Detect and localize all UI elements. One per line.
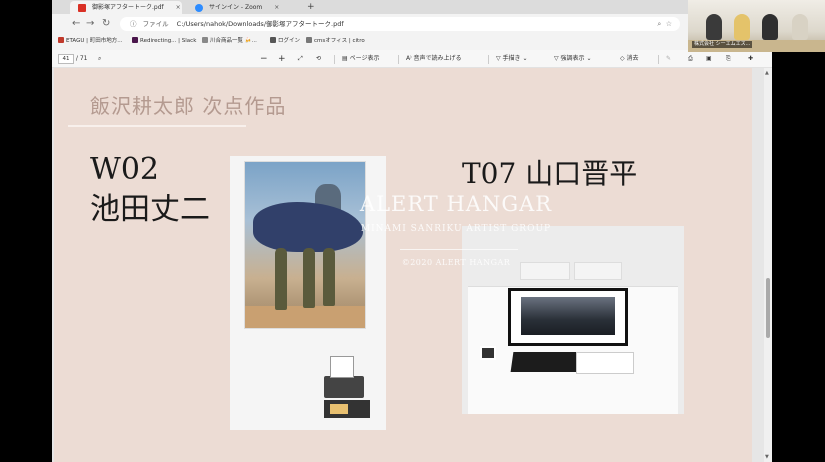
reload-icon[interactable]: ↻ xyxy=(102,18,110,29)
zoom-in-button[interactable]: + xyxy=(278,50,286,68)
bookmark-favicon xyxy=(270,37,276,43)
pdf-page: 飯沢耕太郎 次点作品 W02 池田丈二 T07 山口晋平 ALERT HANGA… xyxy=(54,68,752,462)
divider xyxy=(658,55,659,64)
read-aloud-icon: A⁾ xyxy=(406,55,414,62)
participant-figure xyxy=(762,14,778,40)
bookmark-favicon xyxy=(132,37,138,43)
tab-strip: 御影塚アフタートーク.pdf × サインイン - Zoom × + xyxy=(52,0,772,14)
print-icon[interactable]: ⎙ xyxy=(688,50,693,68)
tab-pdf-label: 御影塚アフタートーク.pdf xyxy=(92,4,164,11)
bookmark-favicon xyxy=(202,37,208,43)
bookmark-item[interactable]: ETAGU | 町田市地方... xyxy=(58,34,122,48)
save-icon[interactable]: ▣ xyxy=(706,50,712,68)
pdf-icon xyxy=(78,4,86,12)
erase-button[interactable]: ◇ 消去 xyxy=(620,50,639,68)
right-entry-label: T07 山口晋平 xyxy=(462,157,638,190)
draw-button[interactable]: ▽ 手描き ⌄ xyxy=(496,50,527,68)
participant-figure xyxy=(792,14,808,40)
fit-page-icon[interactable]: ⤢ xyxy=(298,50,303,68)
close-icon[interactable]: × xyxy=(176,4,181,11)
pdf-toolbar: 41 / 71 ⌕ − + ⤢ ⟲ ▤ ページ表示 A⁾ 音声で読み上げる ▽ … xyxy=(52,50,772,68)
zoom-icon xyxy=(195,4,203,12)
tab-zoom-label: サインイン - Zoom xyxy=(209,4,263,11)
scrollbar-thumb[interactable] xyxy=(766,278,770,338)
participant-figure xyxy=(706,14,722,40)
page-total: / 71 xyxy=(75,55,88,62)
bookmark-item[interactable]: cmsオフィス | citro xyxy=(306,34,365,48)
photo-book xyxy=(510,352,584,372)
save-as-icon[interactable]: ⎘ xyxy=(726,50,731,68)
bookmark-item[interactable]: Redirecting... | Slack xyxy=(132,34,196,48)
read-aloud-button[interactable]: A⁾ 音声で読み上げる xyxy=(406,50,462,68)
right-exhibit-photo xyxy=(462,226,684,414)
bookmark-star-icon[interactable]: ☆ xyxy=(666,20,672,28)
url-text[interactable]: C:/Users/nahok/Downloads/御影塚アフタートーク.pdf xyxy=(177,20,344,28)
pilot-figure xyxy=(303,248,315,308)
tab-pdf[interactable]: 御影塚アフタートーク.pdf × xyxy=(70,1,182,14)
search-icon[interactable]: ⌕ xyxy=(98,50,101,68)
title-underline xyxy=(68,125,246,127)
watermark-title: ALERT HANGAR xyxy=(359,192,553,216)
scheme-label: ファイル xyxy=(142,20,169,28)
page-indicator: 41 / 71 xyxy=(58,50,88,68)
participant-name-label: 株式会社 シーエムエス... xyxy=(692,41,753,48)
rotate-icon[interactable]: ⟲ xyxy=(316,50,321,68)
display-stand xyxy=(322,356,370,420)
divider xyxy=(488,55,489,64)
bookmark-item[interactable]: 川合商品一覧 🍻... xyxy=(202,34,257,48)
slide-title: 飯沢耕太郎 次点作品 xyxy=(90,94,287,118)
pin-icon[interactable]: ✚ xyxy=(748,50,753,68)
bookmarks-bar: ETAGU | 町田市地方... Redirecting... | Slack … xyxy=(52,34,772,48)
divider xyxy=(398,55,399,64)
screen: 御影塚アフタートーク.pdf × サインイン - Zoom × + ← → ↻ … xyxy=(0,0,825,462)
address-bar[interactable]: ⓘ ファイル C:/Users/nahok/Downloads/御影塚アフタート… xyxy=(120,17,680,31)
new-tab-button[interactable]: + xyxy=(307,0,315,14)
ink-icon[interactable]: ✎ xyxy=(666,50,671,68)
page-view-icon: ▤ xyxy=(342,55,350,62)
bookmark-favicon xyxy=(306,37,312,43)
vertical-scrollbar[interactable]: ▲ ▼ xyxy=(764,68,772,462)
left-entry-code: W02 xyxy=(90,152,160,187)
close-icon[interactable]: × xyxy=(274,4,279,11)
back-icon[interactable]: ← xyxy=(72,18,80,29)
browser-window: 御影塚アフタートーク.pdf × サインイン - Zoom × + ← → ↻ … xyxy=(52,0,772,462)
bookmark-favicon xyxy=(58,37,64,43)
forward-icon[interactable]: → xyxy=(86,18,94,29)
webcam-overlay: 株式会社 シーエムエス... xyxy=(688,0,825,52)
tarmac-shape xyxy=(245,306,365,328)
scroll-down-icon[interactable]: ▼ xyxy=(765,454,769,460)
framed-photograph xyxy=(508,288,628,346)
jet-pilots-poster xyxy=(244,161,366,329)
watermark-copyright: ©2020 ALERT HANGAR xyxy=(401,258,511,267)
divider xyxy=(334,55,335,64)
left-entry-label: W02 池田丈二 xyxy=(90,150,210,230)
participant-figure xyxy=(734,14,750,40)
info-icon[interactable]: ⓘ xyxy=(130,20,137,28)
scroll-up-icon[interactable]: ▲ xyxy=(765,70,769,76)
zoom-out-button[interactable]: − xyxy=(260,50,268,68)
highlight-button[interactable]: ▽ 強調表示 ⌄ xyxy=(554,50,591,68)
address-bar-row: ← → ↻ ⓘ ファイル C:/Users/nahok/Downloads/御影… xyxy=(52,14,772,34)
tab-zoom[interactable]: サインイン - Zoom × xyxy=(187,1,299,14)
watermark-rule xyxy=(400,249,518,250)
watermark-subtitle: MINAMI SANRIKU ARTIST GROUP xyxy=(360,224,552,234)
pilot-figure xyxy=(323,248,335,306)
page-view-button[interactable]: ▤ ページ表示 xyxy=(342,50,379,68)
small-card xyxy=(480,346,496,360)
bookmark-item[interactable]: ログイン xyxy=(270,34,300,48)
caption-sheet xyxy=(576,352,634,374)
zoom-lens-icon[interactable]: ⌕ xyxy=(657,20,661,28)
page-number-input[interactable]: 41 xyxy=(58,53,74,64)
